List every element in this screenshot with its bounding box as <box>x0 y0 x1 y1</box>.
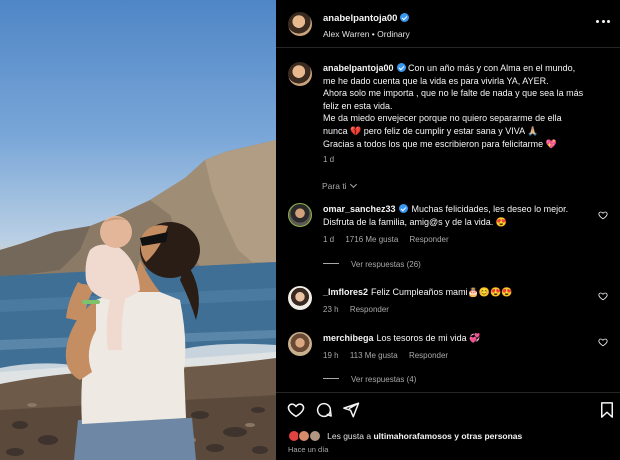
comment-likes[interactable]: 113 Me gusta <box>350 351 398 360</box>
bookmark-icon[interactable] <box>598 401 616 419</box>
share-icon[interactable] <box>342 401 360 419</box>
chevron-down-icon <box>349 180 357 189</box>
post-actions: Les gusta a ultimahorafamosos y otras pe… <box>276 392 620 460</box>
caption-line: Me da miedo envejecer porque no quiero s… <box>323 113 562 124</box>
divider <box>323 378 339 379</box>
comment-username[interactable]: merchibega <box>323 333 374 343</box>
comment-line: Feliz Cumpleaños mami🎂😊😍😍 <box>371 287 513 297</box>
post-photo[interactable] <box>0 0 276 460</box>
view-replies-button[interactable]: Ver respuestas (26) <box>323 260 421 269</box>
caption-line: nunca 💔 pero feliz de cumplir y estar sa… <box>323 125 539 136</box>
comment-username[interactable]: _lmflores2 <box>323 287 368 297</box>
view-replies-label: Ver respuestas (26) <box>351 260 421 269</box>
comment-text: omar_sanchez33 Muchas felicidades, les de… <box>323 203 585 228</box>
likes-summary[interactable]: Les gusta a ultimahorafamosos y otras pe… <box>288 430 522 442</box>
heart-icon[interactable] <box>598 210 608 220</box>
caption-line: feliz en esta vida. <box>323 100 393 111</box>
caption-timestamp: 1 d <box>323 155 335 164</box>
divider <box>323 263 339 264</box>
verified-icon <box>400 13 410 22</box>
comment-avatar[interactable] <box>288 332 312 356</box>
comment-icon[interactable] <box>315 401 333 419</box>
comment-avatar[interactable] <box>288 286 312 310</box>
post-date: Hace un día <box>288 445 329 454</box>
caption-line: Ahora solo me importa , que no le falte … <box>323 88 584 99</box>
heart-icon[interactable] <box>598 291 608 301</box>
reply-button[interactable]: Responder <box>350 305 389 314</box>
translate-label: Para ti <box>322 181 347 191</box>
caption-line: Gracias a todos los que me escribieron p… <box>323 138 557 149</box>
caption-line: me he dado cuenta que la vida es para vi… <box>323 75 549 86</box>
reply-button[interactable]: Responder <box>410 235 449 244</box>
comment-time: 19 h <box>323 351 339 360</box>
heart-icon[interactable] <box>598 337 608 347</box>
author-avatar[interactable] <box>288 12 312 36</box>
comment-likes[interactable]: 1716 Me gusta <box>345 235 398 244</box>
post-side-panel: anabelpantoja00 Alex Warren • Ordinary a… <box>276 0 620 460</box>
caption-text: anabelpantoja00 Con un año más y con Alm… <box>323 62 607 150</box>
likes-text: Les gusta a ultimahorafamosos y otras pe… <box>327 431 523 441</box>
beach-scene-image <box>0 140 276 460</box>
instagram-post: anabelpantoja00 Alex Warren • Ordinary a… <box>0 0 620 460</box>
comment-line: Los tesoros de mi vida 💞 <box>376 333 481 343</box>
caption-line: Con un año más y con Alma en el mundo, <box>408 63 576 73</box>
comment-meta: 23 h Responder <box>323 305 398 314</box>
comment-line: Disfruta de la familia, amig@s y de la v… <box>323 216 507 227</box>
verified-icon <box>398 204 408 213</box>
caption-username[interactable]: anabelpantoja00 <box>323 63 394 73</box>
liker-username[interactable]: ultimahorafamosos <box>373 431 451 441</box>
comment-time: 1 d <box>323 235 335 244</box>
comment-avatar[interactable] <box>288 203 312 227</box>
comment-meta: 1 d 1716 Me gusta Responder <box>323 235 458 244</box>
heart-icon[interactable] <box>287 401 305 419</box>
liker-avatar <box>308 430 321 442</box>
comment-line: Muchas felicidades, les deseo lo mejor. <box>411 204 569 214</box>
comment-time: 23 h <box>323 305 339 314</box>
view-replies-button[interactable]: Ver respuestas (4) <box>323 375 416 384</box>
comment-username[interactable]: omar_sanchez33 <box>323 204 396 214</box>
view-replies-label: Ver respuestas (4) <box>351 375 417 384</box>
translate-toggle[interactable]: Para ti <box>322 180 357 191</box>
comment-text: _lmflores2 Feliz Cumpleaños mami🎂😊😍😍 <box>323 286 585 299</box>
caption-avatar[interactable] <box>288 62 312 86</box>
author-username[interactable]: anabelpantoja00 <box>323 13 410 24</box>
audio-track[interactable]: Alex Warren • Ordinary <box>323 29 410 39</box>
reply-button[interactable]: Responder <box>409 351 448 360</box>
comment-text: merchibega Los tesoros de mi vida 💞 <box>323 332 585 345</box>
verified-icon <box>396 63 406 72</box>
post-header: anabelpantoja00 Alex Warren • Ordinary <box>276 0 620 48</box>
comment-meta: 19 h 113 Me gusta Responder <box>323 351 457 360</box>
more-icon[interactable] <box>596 18 610 24</box>
